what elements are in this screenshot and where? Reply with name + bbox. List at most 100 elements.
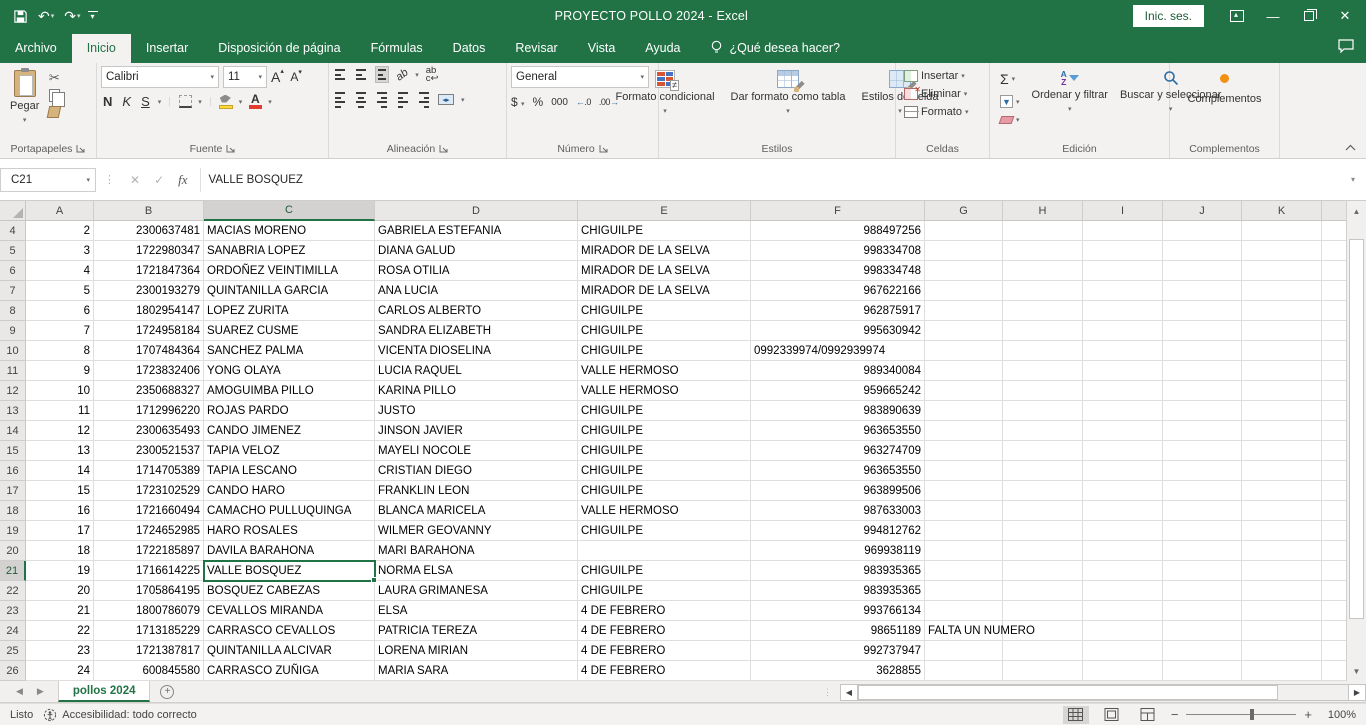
cell-partial-22[interactable] xyxy=(1322,581,1346,601)
cell-E25[interactable]: 4 DE FEBRERO xyxy=(578,641,751,661)
cell-J8[interactable] xyxy=(1163,301,1242,321)
close-button[interactable]: ✕ xyxy=(1328,3,1362,29)
cell-G21[interactable] xyxy=(925,561,1003,581)
cell-J16[interactable] xyxy=(1163,461,1242,481)
cell-B17[interactable]: 1723102529 xyxy=(94,481,204,501)
cell-G19[interactable] xyxy=(925,521,1003,541)
cell-H5[interactable] xyxy=(1003,241,1083,261)
cell-J6[interactable] xyxy=(1163,261,1242,281)
cell-D14[interactable]: JINSON JAVIER xyxy=(375,421,578,441)
cell-J9[interactable] xyxy=(1163,321,1242,341)
column-header-J[interactable]: J xyxy=(1163,201,1242,221)
cell-A13[interactable]: 11 xyxy=(26,401,94,421)
cell-C7[interactable]: QUINTANILLA GARCIA xyxy=(204,281,375,301)
bold-button[interactable]: N xyxy=(101,94,114,109)
cell-I5[interactable] xyxy=(1083,241,1163,261)
cell-B18[interactable]: 1721660494 xyxy=(94,501,204,521)
vertical-scrollbar[interactable]: ▲ ▼ xyxy=(1346,201,1366,681)
cell-A11[interactable]: 9 xyxy=(26,361,94,381)
cell-J18[interactable] xyxy=(1163,501,1242,521)
cell-E12[interactable]: VALLE HERMOSO xyxy=(578,381,751,401)
cell-I25[interactable] xyxy=(1083,641,1163,661)
cell-J22[interactable] xyxy=(1163,581,1242,601)
cell-E15[interactable]: CHIGUILPE xyxy=(578,441,751,461)
cell-B13[interactable]: 1712996220 xyxy=(94,401,204,421)
cell-F14[interactable]: 963653550 xyxy=(751,421,925,441)
cell-H6[interactable] xyxy=(1003,261,1083,281)
cell-D25[interactable]: LORENA MIRIAN xyxy=(375,641,578,661)
cell-K12[interactable] xyxy=(1242,381,1322,401)
comments-button[interactable] xyxy=(1338,39,1354,56)
cell-partial-10[interactable] xyxy=(1322,341,1346,361)
cell-J25[interactable] xyxy=(1163,641,1242,661)
cell-J13[interactable] xyxy=(1163,401,1242,421)
normal-view-button[interactable] xyxy=(1063,706,1089,724)
sort-filter-button[interactable]: AZ Ordenar y filtrar ▾ xyxy=(1026,66,1114,118)
cell-F19[interactable]: 994812762 xyxy=(751,521,925,541)
cell-K18[interactable] xyxy=(1242,501,1322,521)
cell-H16[interactable] xyxy=(1003,461,1083,481)
cell-J19[interactable] xyxy=(1163,521,1242,541)
cell-D26[interactable]: MARIA SARA xyxy=(375,661,578,681)
cell-E9[interactable]: CHIGUILPE xyxy=(578,321,751,341)
cell-J12[interactable] xyxy=(1163,381,1242,401)
row-header-4[interactable]: 4 xyxy=(0,221,26,241)
cell-G11[interactable] xyxy=(925,361,1003,381)
ribbon-tab-insertar[interactable]: Insertar xyxy=(131,34,203,63)
cell-E6[interactable]: MIRADOR DE LA SELVA xyxy=(578,261,751,281)
cell-E26[interactable]: 4 DE FEBRERO xyxy=(578,661,751,681)
zoom-slider-handle[interactable] xyxy=(1250,709,1254,720)
cell-A8[interactable]: 6 xyxy=(26,301,94,321)
cell-K11[interactable] xyxy=(1242,361,1322,381)
percent-button[interactable]: % xyxy=(533,95,544,109)
name-box[interactable]: C21▾ xyxy=(0,168,96,192)
cell-K20[interactable] xyxy=(1242,541,1322,561)
cell-H24[interactable] xyxy=(1003,621,1083,641)
cell-I23[interactable] xyxy=(1083,601,1163,621)
cell-C18[interactable]: CAMACHO PULLUQUINGA xyxy=(204,501,375,521)
cell-F9[interactable]: 995630942 xyxy=(751,321,925,341)
cell-H12[interactable] xyxy=(1003,381,1083,401)
cell-I7[interactable] xyxy=(1083,281,1163,301)
horizontal-scrollbar[interactable]: ⋮ ◀ ▶ xyxy=(823,683,1366,701)
cell-partial-24[interactable] xyxy=(1322,621,1346,641)
cell-C10[interactable]: SANCHEZ PALMA xyxy=(204,341,375,361)
cell-I9[interactable] xyxy=(1083,321,1163,341)
cell-C8[interactable]: LOPEZ ZURITA xyxy=(204,301,375,321)
cell-F5[interactable]: 998334708 xyxy=(751,241,925,261)
cancel-button[interactable]: ✕ xyxy=(130,173,140,187)
cell-E22[interactable]: CHIGUILPE xyxy=(578,581,751,601)
cell-K5[interactable] xyxy=(1242,241,1322,261)
cell-partial-14[interactable] xyxy=(1322,421,1346,441)
cell-G8[interactable] xyxy=(925,301,1003,321)
cell-D15[interactable]: MAYELI NOCOLE xyxy=(375,441,578,461)
row-header-11[interactable]: 11 xyxy=(0,361,26,381)
row-header-13[interactable]: 13 xyxy=(0,401,26,421)
italic-button[interactable]: K xyxy=(120,94,133,109)
column-header-C[interactable]: C xyxy=(204,201,375,221)
cell-A5[interactable]: 3 xyxy=(26,241,94,261)
cell-B10[interactable]: 1707484364 xyxy=(94,341,204,361)
cell-K24[interactable] xyxy=(1242,621,1322,641)
cell-C22[interactable]: BOSQUEZ CABEZAS xyxy=(204,581,375,601)
row-header-7[interactable]: 7 xyxy=(0,281,26,301)
cell-H4[interactable] xyxy=(1003,221,1083,241)
cell-H15[interactable] xyxy=(1003,441,1083,461)
cell-I17[interactable] xyxy=(1083,481,1163,501)
cell-B11[interactable]: 1723832406 xyxy=(94,361,204,381)
cell-G12[interactable] xyxy=(925,381,1003,401)
cell-partial-13[interactable] xyxy=(1322,401,1346,421)
customize-qat-button[interactable]: ▾ xyxy=(88,11,98,21)
cell-H14[interactable] xyxy=(1003,421,1083,441)
cell-partial-7[interactable] xyxy=(1322,281,1346,301)
scroll-left-button[interactable]: ◀ xyxy=(840,684,858,701)
cell-D9[interactable]: SANDRA ELIZABETH xyxy=(375,321,578,341)
dialog-launcher-alignment[interactable] xyxy=(439,144,448,153)
dialog-launcher-number[interactable] xyxy=(599,144,608,153)
redo-button[interactable]: ↷▾ xyxy=(61,8,83,25)
decrease-font-button[interactable]: A▾ xyxy=(290,70,304,84)
cell-E20[interactable] xyxy=(578,541,751,561)
cell-J15[interactable] xyxy=(1163,441,1242,461)
column-header-A[interactable]: A xyxy=(26,201,94,221)
cell-I24[interactable] xyxy=(1083,621,1163,641)
